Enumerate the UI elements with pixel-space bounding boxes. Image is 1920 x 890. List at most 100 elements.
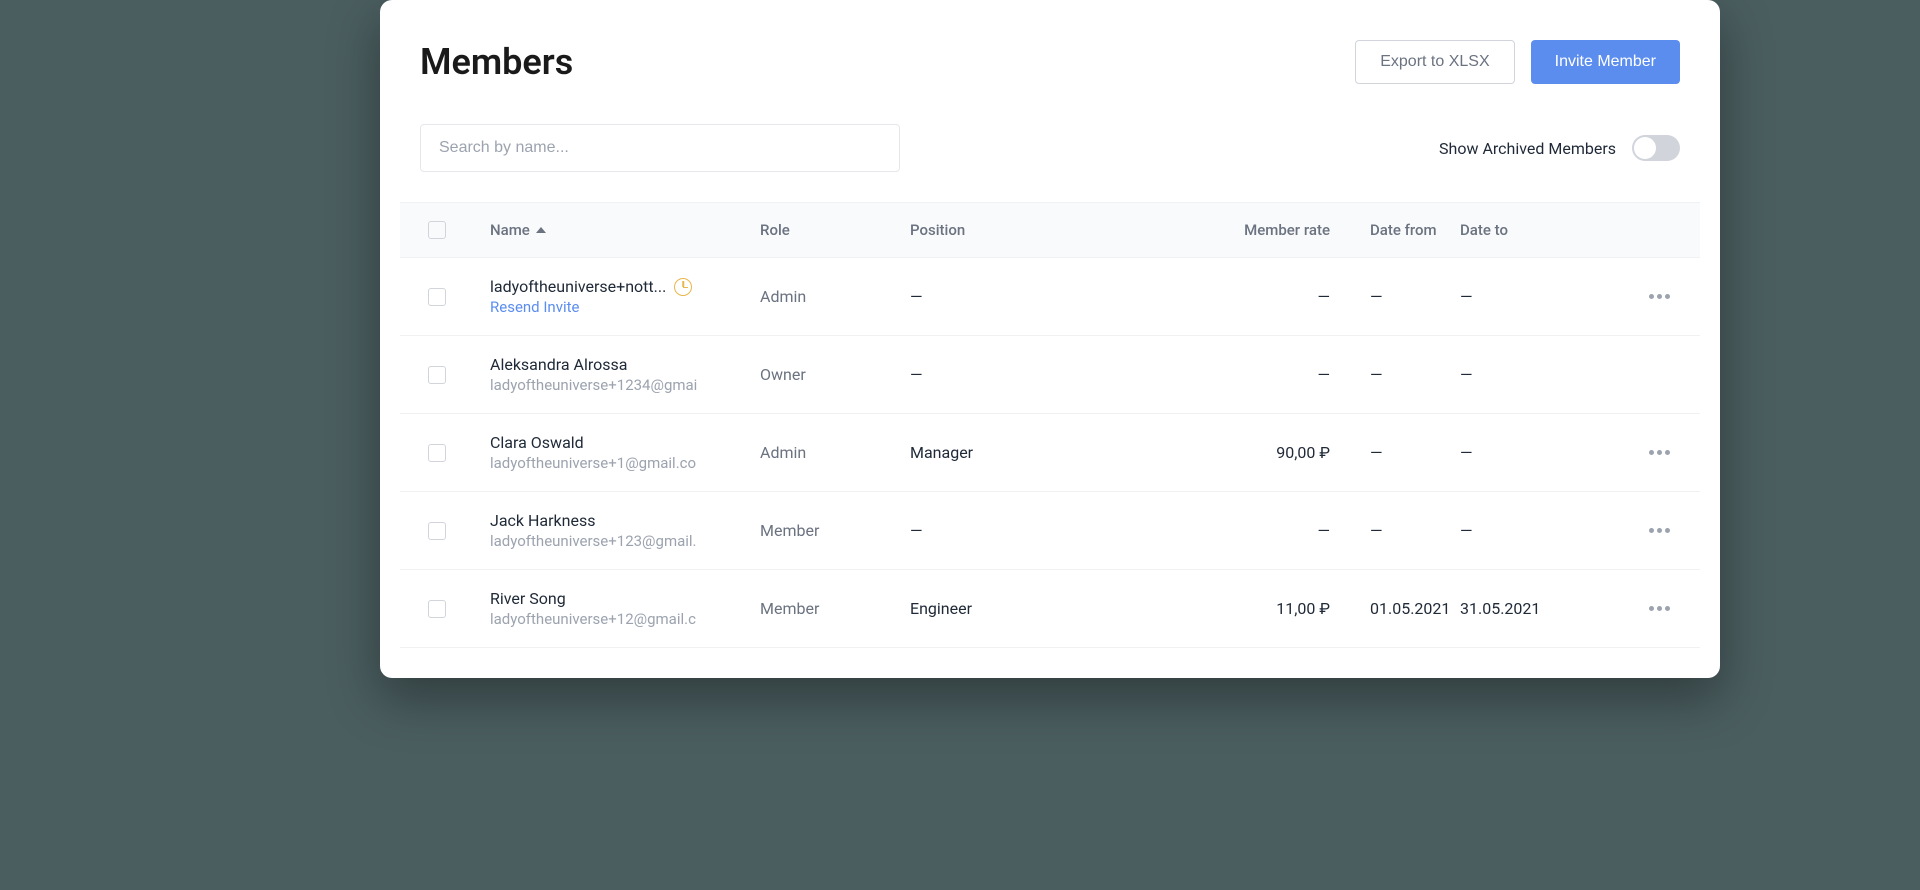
actions-cell xyxy=(1590,606,1680,611)
more-dots-icon xyxy=(1649,606,1654,611)
role-cell: Admin xyxy=(760,287,910,306)
table-body: ladyoftheuniverse+nott...Resend InviteAd… xyxy=(400,258,1700,648)
col-name[interactable]: Name xyxy=(490,221,760,239)
date-to-cell: — xyxy=(1460,521,1590,540)
name-line: Aleksandra Alrossa xyxy=(490,355,760,374)
name-cell: ladyoftheuniverse+nott... Resend Invite xyxy=(490,277,760,316)
col-date-to[interactable]: Date to xyxy=(1460,221,1590,239)
member-name: Clara Oswald xyxy=(490,433,584,452)
rate-cell: — xyxy=(1190,287,1330,306)
table-row: Clara Oswald ladyoftheuniverse+1@gmail.co… xyxy=(400,414,1700,492)
controls-row: Show Archived Members xyxy=(380,124,1720,172)
more-dots-icon xyxy=(1657,606,1662,611)
more-dots-icon xyxy=(1649,450,1654,455)
row-checkbox[interactable] xyxy=(428,600,446,618)
date-to-cell: 31.05.2021 xyxy=(1460,599,1590,618)
table-row: Aleksandra Alrossa ladyoftheuniverse+1234… xyxy=(400,336,1700,414)
more-actions-button[interactable] xyxy=(1590,294,1680,299)
export-button[interactable]: Export to XLSX xyxy=(1355,40,1514,84)
row-checkbox[interactable] xyxy=(428,444,446,462)
checkbox-cell xyxy=(420,366,490,384)
members-card: Members Export to XLSX Invite Member Sho… xyxy=(380,0,1720,678)
position-cell: Engineer xyxy=(910,599,1190,618)
row-checkbox[interactable] xyxy=(428,522,446,540)
date-from-cell: — xyxy=(1330,287,1460,306)
archived-toggle-label: Show Archived Members xyxy=(1439,139,1616,158)
clock-icon xyxy=(674,278,692,296)
date-from-cell: — xyxy=(1330,365,1460,384)
role-cell: Member xyxy=(760,521,910,540)
rate-cell: — xyxy=(1190,521,1330,540)
page-title: Members xyxy=(420,41,573,83)
archived-toggle[interactable] xyxy=(1632,135,1680,161)
archived-toggle-wrap: Show Archived Members xyxy=(1439,135,1680,161)
more-dots-icon xyxy=(1657,528,1662,533)
member-name: Aleksandra Alrossa xyxy=(490,355,627,374)
table-row: River Song ladyoftheuniverse+12@gmail.cMe… xyxy=(400,570,1700,648)
position-cell: — xyxy=(910,365,1190,384)
checkbox-cell xyxy=(420,444,490,462)
search-input[interactable] xyxy=(420,124,900,172)
name-line: Clara Oswald xyxy=(490,433,760,452)
date-from-cell: — xyxy=(1330,521,1460,540)
actions-cell xyxy=(1590,528,1680,533)
position-cell: Manager xyxy=(910,443,1190,462)
member-email: ladyoftheuniverse+12@gmail.c xyxy=(490,610,760,628)
col-date-from[interactable]: Date from xyxy=(1330,221,1460,239)
more-actions-button[interactable] xyxy=(1590,606,1680,611)
col-position[interactable]: Position xyxy=(910,221,1190,239)
col-member-rate[interactable]: Member rate xyxy=(1190,221,1330,239)
name-line: ladyoftheuniverse+nott... xyxy=(490,277,760,296)
checkbox-cell xyxy=(420,522,490,540)
table-header: Name Role Position Member rate Date from… xyxy=(400,202,1700,258)
rate-cell: 90,00 ₽ xyxy=(1190,443,1330,462)
member-name: Jack Harkness xyxy=(490,511,595,530)
row-checkbox[interactable] xyxy=(428,288,446,306)
actions-cell xyxy=(1590,450,1680,455)
more-actions-button[interactable] xyxy=(1590,450,1680,455)
toggle-knob xyxy=(1634,137,1656,159)
date-to-cell: — xyxy=(1460,365,1590,384)
row-checkbox[interactable] xyxy=(428,366,446,384)
resend-invite-link[interactable]: Resend Invite xyxy=(490,298,760,316)
checkbox-cell xyxy=(420,600,490,618)
table-row: ladyoftheuniverse+nott... Resend InviteAd… xyxy=(400,258,1700,336)
table-row: Jack Harkness ladyoftheuniverse+123@gmail… xyxy=(400,492,1700,570)
checkbox-cell xyxy=(420,288,490,306)
header-row: Members Export to XLSX Invite Member xyxy=(380,40,1720,84)
role-cell: Admin xyxy=(760,443,910,462)
name-line: Jack Harkness xyxy=(490,511,760,530)
more-dots-icon xyxy=(1649,294,1654,299)
member-email: ladyoftheuniverse+123@gmail. xyxy=(490,532,760,550)
date-to-cell: — xyxy=(1460,443,1590,462)
member-name: River Song xyxy=(490,589,566,608)
position-cell: — xyxy=(910,521,1190,540)
date-to-cell: — xyxy=(1460,287,1590,306)
more-dots-icon xyxy=(1665,528,1670,533)
more-actions-button[interactable] xyxy=(1590,528,1680,533)
role-cell: Member xyxy=(760,599,910,618)
position-cell: — xyxy=(910,287,1190,306)
member-name: ladyoftheuniverse+nott... xyxy=(490,277,666,296)
header-actions: Export to XLSX Invite Member xyxy=(1355,40,1680,84)
name-line: River Song xyxy=(490,589,760,608)
name-cell: River Song ladyoftheuniverse+12@gmail.c xyxy=(490,589,760,628)
name-cell: Clara Oswald ladyoftheuniverse+1@gmail.co xyxy=(490,433,760,472)
more-dots-icon xyxy=(1649,528,1654,533)
more-dots-icon xyxy=(1657,294,1662,299)
role-cell: Owner xyxy=(760,365,910,384)
invite-member-button[interactable]: Invite Member xyxy=(1531,40,1680,84)
date-from-cell: — xyxy=(1330,443,1460,462)
member-email: ladyoftheuniverse+1@gmail.co xyxy=(490,454,760,472)
rate-cell: 11,00 ₽ xyxy=(1190,599,1330,618)
col-role[interactable]: Role xyxy=(760,221,910,239)
name-cell: Jack Harkness ladyoftheuniverse+123@gmail… xyxy=(490,511,760,550)
name-cell: Aleksandra Alrossa ladyoftheuniverse+1234… xyxy=(490,355,760,394)
more-dots-icon xyxy=(1657,450,1662,455)
more-dots-icon xyxy=(1665,450,1670,455)
more-dots-icon xyxy=(1665,606,1670,611)
member-email: ladyoftheuniverse+1234@gmai xyxy=(490,376,760,394)
col-name-label: Name xyxy=(490,221,530,239)
select-all-checkbox[interactable] xyxy=(428,221,446,239)
sort-asc-icon xyxy=(536,227,546,233)
